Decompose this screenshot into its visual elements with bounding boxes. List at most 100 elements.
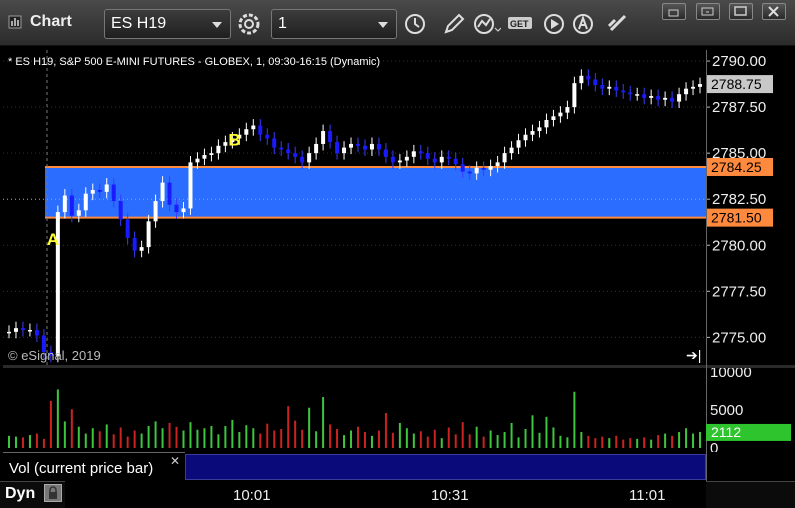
symbol-combo[interactable]: ES H19 [104,9,231,39]
candle-body [376,143,381,150]
candle [272,131,277,155]
candle-body [635,94,640,96]
scroll-to-end-icon[interactable]: ➔| [686,347,701,364]
maximize-icon[interactable] [729,3,753,20]
clock-icon[interactable] [401,9,429,39]
price-chart[interactable]: AB [3,50,706,365]
volume-study-label[interactable]: Vol (current price bar) [9,460,153,477]
svg-text:GET: GET [510,19,529,29]
candle-body [314,143,319,154]
get-icon[interactable]: GET [507,9,535,39]
close-study-icon[interactable]: ✕ [170,454,180,468]
candle-body [432,158,437,163]
candle-body [69,195,74,216]
price-zone [45,166,706,218]
candle-body [20,328,25,330]
candle [404,150,409,167]
candle-body [181,208,186,213]
candle-body [530,131,535,135]
copyright-text: © eSignal, 2019 [8,348,101,363]
candle [530,124,535,142]
interval-combo[interactable]: 1 [271,9,397,39]
link-icon[interactable] [605,9,633,39]
candle-body [349,143,354,148]
candle-body [90,190,95,194]
chart-header: * ES H19, S&P 500 E-MINI FUTURES - GLOBE… [8,56,381,68]
price-plot[interactable]: AB [3,50,706,365]
candle-body [390,156,395,163]
volume-pane[interactable] [3,368,706,452]
candle-body [418,151,423,154]
candle-body [153,201,158,222]
candle [635,87,640,101]
candle [216,139,221,160]
candle-body [670,97,675,102]
volume-axis[interactable]: 10000 5000 0 2112 [706,364,795,457]
restore-icon[interactable] [662,3,686,20]
candle-body [481,167,486,170]
time-axis[interactable]: 10:01 10:31 11:01 [65,481,706,508]
candle-body [342,147,347,154]
candle [209,146,214,162]
candle [202,148,207,166]
candle [502,146,507,169]
play-icon[interactable] [540,9,568,39]
study-line-icon[interactable] [473,9,501,39]
candle-body [467,171,472,174]
alert-icon[interactable] [572,9,600,39]
candle [244,122,249,142]
price-axis-plot: 2790.002787.502785.002782.502780.002777.… [706,53,773,346]
candle-body [642,94,647,98]
candle-body [544,120,549,128]
candle-body [495,162,500,167]
candle [586,69,591,86]
candle-body [425,153,430,159]
candle-body [27,330,32,332]
close-icon[interactable] [762,3,786,20]
zone-bottom-tag-text: 2781.50 [711,210,762,226]
candle-body [244,129,249,135]
pencil-draw-icon[interactable] [440,9,468,39]
candle-body [698,84,703,87]
maximize-alt-icon[interactable] [696,3,720,20]
candle-body [614,86,619,91]
candle-body [62,195,67,213]
candle-body [397,160,402,163]
candle [376,137,381,156]
candle [516,133,521,155]
settings-gear-icon[interactable] [235,9,263,39]
lock-icon[interactable] [44,484,62,502]
candle [579,69,584,90]
candle-body [167,182,172,205]
volume-plot [8,389,702,448]
marker-b: B [228,130,240,149]
candle-body [551,116,556,120]
candle [293,146,298,164]
candle [509,141,514,160]
candle [383,143,388,164]
candle-body [293,153,298,157]
current-volume-tag-text: 2112 [711,424,741,440]
time-tick: 10:01 [233,487,271,504]
candle [307,146,312,169]
candle-body [369,143,374,150]
window-title: Chart [30,13,72,30]
candle [55,205,60,363]
candle-body [258,125,263,135]
candle-body [383,149,388,157]
candle [642,87,647,105]
dynamic-mode-label[interactable]: Dyn [5,485,35,503]
candle-body [321,131,326,144]
candle-body [684,88,689,95]
candle-body [174,204,179,213]
candle-body [188,162,193,209]
candle [621,84,626,99]
candle [251,119,256,136]
candle-body [663,97,668,100]
candle-body [523,134,528,141]
candle [369,137,374,156]
price-axis[interactable]: 2790.00 2787.50 2785.00 2782.50 2780.00 2777.… [706,50,795,365]
zone-bottom-tag: 2781.50 [706,208,773,227]
candle-body [335,142,340,154]
candle-body [83,193,88,211]
